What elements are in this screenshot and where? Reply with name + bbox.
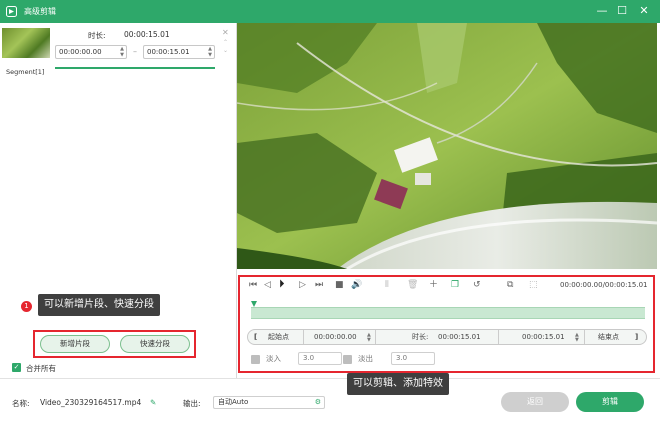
move-up-icon[interactable]: ⌃ xyxy=(223,39,228,46)
timeline-track[interactable] xyxy=(251,307,645,319)
fade-out-value: 3.0 xyxy=(396,354,408,362)
step-back-icon[interactable]: ◁ xyxy=(264,279,271,291)
fade-in-option[interactable]: 淡入 xyxy=(251,353,281,364)
fade-out-input[interactable]: 3.0 xyxy=(391,352,435,365)
segment-progress-bar xyxy=(55,67,215,69)
move-down-icon[interactable]: ⌄ xyxy=(223,47,228,54)
stop-icon[interactable]: ■ xyxy=(335,279,344,291)
add-icon[interactable]: ＋ xyxy=(429,279,438,291)
copy-icon[interactable]: ❐ xyxy=(451,279,459,291)
fade-in-label: 淡入 xyxy=(266,354,281,363)
merge-all-checkbox[interactable]: ✓ xyxy=(12,363,21,372)
fade-in-value: 3.0 xyxy=(303,354,315,362)
segment-start-value: 00:00:00.00 xyxy=(59,48,102,56)
fade-in-input[interactable]: 3.0 xyxy=(298,352,342,365)
edit-name-icon[interactable]: ✎ xyxy=(150,398,156,407)
output-format-value: 自动Auto xyxy=(218,398,249,406)
spinner-icon[interactable]: ▲ ▼ xyxy=(208,46,212,58)
range-separator: – xyxy=(133,47,137,56)
tip-badge-1: 1 xyxy=(21,301,32,312)
segment-name: Segment[1] xyxy=(6,68,45,76)
fade-out-checkbox[interactable] xyxy=(343,354,352,364)
file-name: Video_230329164517.mp4 xyxy=(40,398,142,407)
split-icon[interactable]: ⫴ xyxy=(385,279,389,291)
play-icon[interactable]: ⏵ xyxy=(279,278,285,290)
playback-timecode: 00:00:00.00/00:00:15.01 xyxy=(560,281,648,289)
title-bar: 高级剪辑 — ☐ ✕ xyxy=(0,0,660,23)
app-logo-icon xyxy=(6,6,17,17)
segment-item[interactable]: 时长: 00:00:15.01 00:00:00.00 ▲ ▼ – 00:00:1… xyxy=(0,25,236,87)
minimize-button[interactable]: — xyxy=(594,3,610,19)
output-label: 输出: xyxy=(183,399,201,408)
tooltip-edit-effects: 可以剪辑、添加特效 xyxy=(347,373,449,395)
end-bracket-icon: ] xyxy=(635,333,639,341)
segment-thumbnail[interactable] xyxy=(2,28,50,58)
name-label: 名称: xyxy=(12,399,30,408)
video-preview[interactable] xyxy=(237,23,657,269)
range-divider xyxy=(303,330,304,344)
spinner-icon[interactable]: ▲ ▼ xyxy=(120,46,124,58)
editor-panel: ⏮ ◁ ⏵ ▷ ⏭ ■ 🔊 ⫴ 🗑 ＋ ❐ ↺ ⧉ ⬚ 00:00:00.00/… xyxy=(237,269,660,378)
skip-end-icon[interactable]: ⏭ xyxy=(315,279,323,291)
range-bar: [ 起始点 00:00:00.00 ▲ ▼ 时长: 00:00:15.01 00:… xyxy=(247,329,647,345)
segment-end-field[interactable]: 00:00:15.01 ▲ ▼ xyxy=(143,45,215,59)
quick-split-button[interactable]: 快速分段 xyxy=(120,335,190,353)
crop-icon[interactable]: ⬚ xyxy=(529,279,538,291)
range-duration-label: 时长: xyxy=(412,333,429,341)
fit-screen-icon[interactable]: ⧉ xyxy=(507,279,513,291)
start-time-field[interactable]: 00:00:00.00 xyxy=(314,333,357,342)
set-end-button[interactable]: 结束点 xyxy=(598,333,619,342)
range-divider xyxy=(498,330,499,344)
merge-all-label: 合并所有 xyxy=(26,364,56,373)
fade-in-checkbox[interactable] xyxy=(251,354,260,364)
output-format-select[interactable]: 自动Auto ⚙ xyxy=(213,396,325,409)
end-time-field[interactable]: 00:00:15.01 xyxy=(522,333,565,342)
set-start-button[interactable]: 起始点 xyxy=(268,333,289,342)
range-duration-value: 00:00:15.01 xyxy=(438,333,481,341)
volume-icon[interactable]: 🔊 xyxy=(351,279,362,291)
reset-icon[interactable]: ↺ xyxy=(473,279,481,291)
cut-button[interactable]: 剪辑 xyxy=(576,392,644,412)
close-button[interactable]: ✕ xyxy=(636,3,652,19)
delete-icon[interactable]: 🗑 xyxy=(407,279,418,291)
segment-end-value: 00:00:15.01 xyxy=(147,48,190,56)
fade-out-label: 淡出 xyxy=(358,354,373,363)
end-spinner-icon[interactable]: ▲ ▼ xyxy=(575,333,579,343)
segment-start-field[interactable]: 00:00:00.00 ▲ ▼ xyxy=(55,45,127,59)
video-frame xyxy=(237,23,657,269)
start-spinner-icon[interactable]: ▲ ▼ xyxy=(367,333,371,343)
segment-duration-value: 00:00:15.01 xyxy=(124,30,170,39)
skip-start-icon[interactable]: ⏮ xyxy=(249,279,257,291)
delete-segment-icon[interactable]: ✕ xyxy=(222,28,229,37)
fade-out-option[interactable]: 淡出 xyxy=(343,353,373,364)
start-bracket-icon: [ xyxy=(254,333,258,341)
output-settings-icon[interactable]: ⚙ xyxy=(315,397,321,408)
tooltip-new-segment: 可以新增片段、快速分段 xyxy=(38,294,160,316)
window-title: 高级剪辑 xyxy=(24,7,56,16)
maximize-button[interactable]: ☐ xyxy=(614,3,630,19)
new-segment-button[interactable]: 新增片段 xyxy=(40,335,110,353)
back-button[interactable]: 返回 xyxy=(501,392,569,412)
segment-duration-label: 时长: xyxy=(88,31,106,40)
footer-bar: 名称: Video_230329164517.mp4 ✎ 输出: 自动Auto … xyxy=(0,378,660,423)
segment-panel: 时长: 00:00:15.01 00:00:00.00 ▲ ▼ – 00:00:1… xyxy=(0,23,236,378)
range-divider xyxy=(375,330,376,344)
range-divider xyxy=(584,330,585,344)
step-forward-icon[interactable]: ▷ xyxy=(299,279,306,291)
